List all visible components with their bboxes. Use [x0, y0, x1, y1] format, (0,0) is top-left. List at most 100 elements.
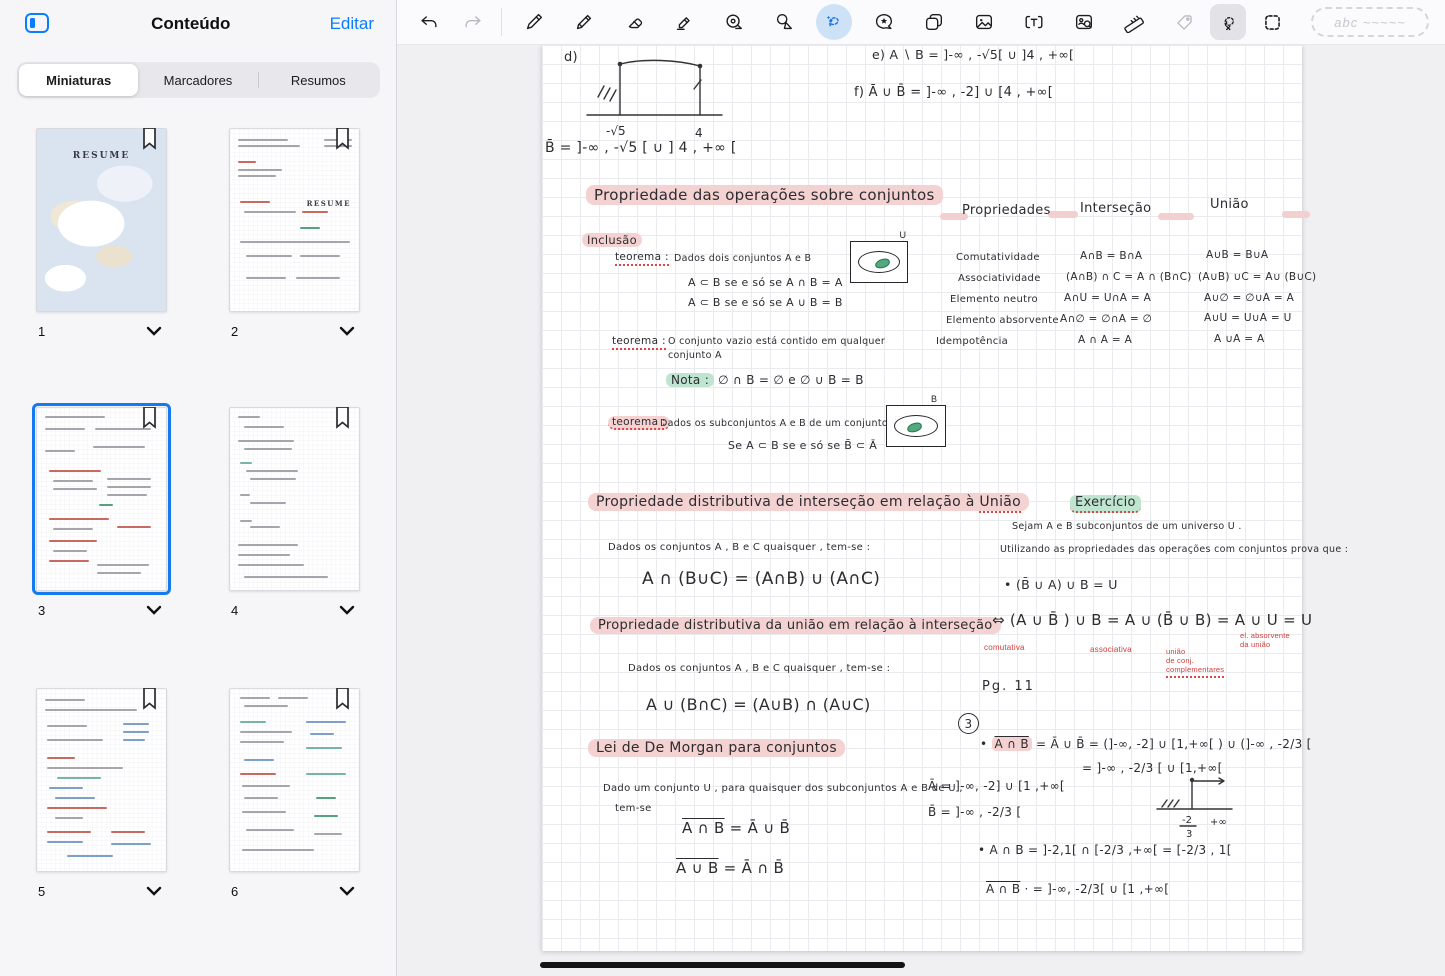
- canvas-area: d) -√5 4 e) A ∖ B = ]-∞ , -√5[ ∪ ]4 , +∞…: [397, 45, 1445, 976]
- redo-icon: [462, 11, 484, 33]
- sidebar-toggle-button[interactable]: [22, 11, 52, 37]
- image-icon: [973, 11, 995, 33]
- rect-select-tool-button[interactable]: [1254, 4, 1290, 40]
- formula-distributive-2: A ∪ (B∩C) = (A∪B) ∩ (A∪C): [646, 695, 871, 714]
- bookmark-icon: [142, 407, 157, 429]
- tape-icon: [723, 11, 745, 33]
- note-q3-line1: • A ∩ B = Ā ∪ B̄ = (]-∞, -2] ∪ [1,+∞[ ) …: [980, 737, 1312, 751]
- thumbnail-cell-6: 6: [229, 688, 360, 900]
- note-exercicio-title: Exercício: [1070, 495, 1141, 513]
- tab-bar: Miniaturas Marcadores Resumos: [17, 62, 380, 98]
- page-menu-chevron[interactable]: [336, 601, 358, 619]
- table-cell: (A∪B) ∪C = A∪ (B∪C): [1198, 271, 1316, 283]
- text-tool-button[interactable]: [1016, 4, 1052, 40]
- edit-button[interactable]: Editar: [330, 14, 374, 34]
- svg-text:+∞: +∞: [1210, 817, 1227, 828]
- thumbnail-grid: RESUME 1: [36, 118, 360, 958]
- note-teorema2-label: teorema :: [612, 335, 666, 350]
- pencil-icon: [573, 11, 595, 33]
- page-menu-chevron[interactable]: [336, 322, 358, 340]
- note-f-line: f) Ā ∪ B̄ = ]-∞ , -2] ∪ [4 , +∞[: [854, 85, 1053, 100]
- thumbnail-page-6[interactable]: [229, 688, 360, 872]
- annotation-uniao-complementares: união de conj. complementares: [1166, 647, 1224, 678]
- annotation-comutativa: comutativa: [984, 643, 1025, 652]
- note-teorema2-text1: O conjunto vazio está contido em qualque…: [668, 336, 885, 347]
- notebook-page[interactable]: d) -√5 4 e) A ∖ B = ]-∞ , -√5[ ∪ ]4 , +∞…: [542, 45, 1302, 951]
- thumbnail-page-4[interactable]: [229, 407, 360, 591]
- ruler-tool-button[interactable]: [1116, 4, 1152, 40]
- svg-text:-2: -2: [1182, 815, 1192, 826]
- tag-tool-button[interactable]: [1166, 4, 1202, 40]
- note-exercicio-solution: ⇔ (A ∪ B̄ ) ∪ B = A ∪ (B̄ ∪ B) = A ∪ U =…: [992, 611, 1312, 629]
- thumbnail-cell-5: 5: [36, 688, 167, 900]
- sticker-search-tool-button[interactable]: [1066, 4, 1102, 40]
- thumbnail-page-1[interactable]: RESUME: [36, 128, 167, 312]
- page-number: 2: [231, 324, 238, 339]
- table-cell: A∪B = B∪A: [1206, 249, 1268, 261]
- pink-dash: [1282, 211, 1310, 218]
- sidebar-toggle-icon: [24, 12, 50, 34]
- note-q3-bbar: B̄ = ]-∞ , -2/3 [: [928, 805, 1021, 819]
- page-menu-chevron[interactable]: [143, 882, 165, 900]
- thumbnail-cell-4: 4: [229, 407, 360, 619]
- ai-pen-tool-button[interactable]: [816, 4, 852, 40]
- note-q3-line3: • A ∩ B = ]-2,1[ ∩ [-2/3 ,+∞[ = [-2/3 , …: [978, 843, 1232, 857]
- lasso-tool-button-selected[interactable]: [1210, 4, 1246, 40]
- note-dados-2: Dados os conjuntos A , B e C quaisquer ,…: [628, 663, 890, 674]
- page-number: 1: [38, 324, 45, 339]
- note-teorema1-line2: A ⊂ B se e só se A ∪ B = B: [688, 296, 843, 309]
- note-teorema1-line1: A ⊂ B se e só se A ∩ B = A: [688, 276, 843, 289]
- page-menu-chevron[interactable]: [336, 882, 358, 900]
- tape-tool-button[interactable]: [716, 4, 752, 40]
- thumbnail-scribbles: [230, 408, 359, 590]
- annotation-absorvente: el. absorvente da união: [1240, 631, 1290, 649]
- table-cell: Elemento neutro: [950, 294, 1038, 305]
- highlighter-tool-button[interactable]: [666, 4, 702, 40]
- image-tool-button[interactable]: [966, 4, 1002, 40]
- sidebar: Conteúdo Editar Miniaturas Marcadores Re…: [0, 0, 397, 976]
- table-cell: A ∪A = A: [1214, 333, 1264, 345]
- section-title-properties: Propriedade das operações sobre conjunto…: [586, 185, 943, 205]
- pink-dash: [1158, 213, 1194, 220]
- page-title: Conteúdo: [52, 14, 330, 34]
- note-q3-line4: A ∩ B · = ]-∞, -2/3[ ∪ [1 ,+∞[: [986, 882, 1169, 896]
- pages-tool-button[interactable]: [916, 4, 952, 40]
- formula-distributive-1: A ∩ (B∪C) = (A∩B) ∪ (A∩C): [642, 569, 880, 589]
- handwriting-recognition-pill: abc ~~~~~: [1311, 7, 1429, 37]
- page-number: 6: [231, 884, 238, 899]
- thumbnail-page-5[interactable]: [36, 688, 167, 872]
- note-teorema3-text: Dados os subconjuntos A e B de um conjun…: [660, 418, 909, 429]
- stickers-tool-button[interactable]: [866, 4, 902, 40]
- sidebar-header: Conteúdo Editar: [0, 0, 396, 48]
- svg-text:3: 3: [1186, 829, 1192, 840]
- thumbnail-cell-2: RESUME 2: [229, 128, 360, 340]
- formula-demorgan-2: A ∪ B = Ā ∩ B̄: [676, 859, 784, 877]
- redo-button[interactable]: [455, 4, 491, 40]
- note-teorema1-text: Dados dois conjuntos A e B: [674, 253, 811, 264]
- undo-button[interactable]: [411, 4, 447, 40]
- tab-thumbnails[interactable]: Miniaturas: [19, 64, 138, 96]
- svg-text:4: 4: [695, 126, 703, 140]
- eraser-tool-button[interactable]: [616, 4, 652, 40]
- bookmark-icon: [142, 128, 157, 150]
- text-box-icon: [1023, 11, 1045, 33]
- pen-icon: [523, 11, 545, 33]
- pen-tool-button[interactable]: [516, 4, 552, 40]
- thumbnail-page-3-selected[interactable]: [36, 407, 167, 591]
- page-menu-chevron[interactable]: [143, 322, 165, 340]
- thumbnail-page-2[interactable]: RESUME: [229, 128, 360, 312]
- table-cell: (A∩B) ∩ C = A ∩ (B∩C): [1066, 271, 1192, 283]
- tab-outlines[interactable]: Resumos: [259, 64, 378, 96]
- section-title-demorgan: Lei de De Morgan para conjuntos: [588, 739, 845, 757]
- note-d-label: d): [564, 50, 578, 65]
- table-header-propriedades: Propriedades: [962, 203, 1051, 218]
- interval-sketch-d: -√5 4: [582, 53, 732, 149]
- table-cell: A∩B = B∩A: [1080, 250, 1142, 262]
- tag-icon: [1174, 12, 1195, 33]
- pencil-tool-button[interactable]: [566, 4, 602, 40]
- horizontal-scrollbar[interactable]: [540, 962, 905, 968]
- note-exercicio-given: • (B̄ ∪ A) ∪ B = U: [1004, 577, 1118, 592]
- shapes-tool-button[interactable]: [766, 4, 802, 40]
- tab-bookmarks[interactable]: Marcadores: [138, 64, 257, 96]
- page-menu-chevron[interactable]: [143, 601, 165, 619]
